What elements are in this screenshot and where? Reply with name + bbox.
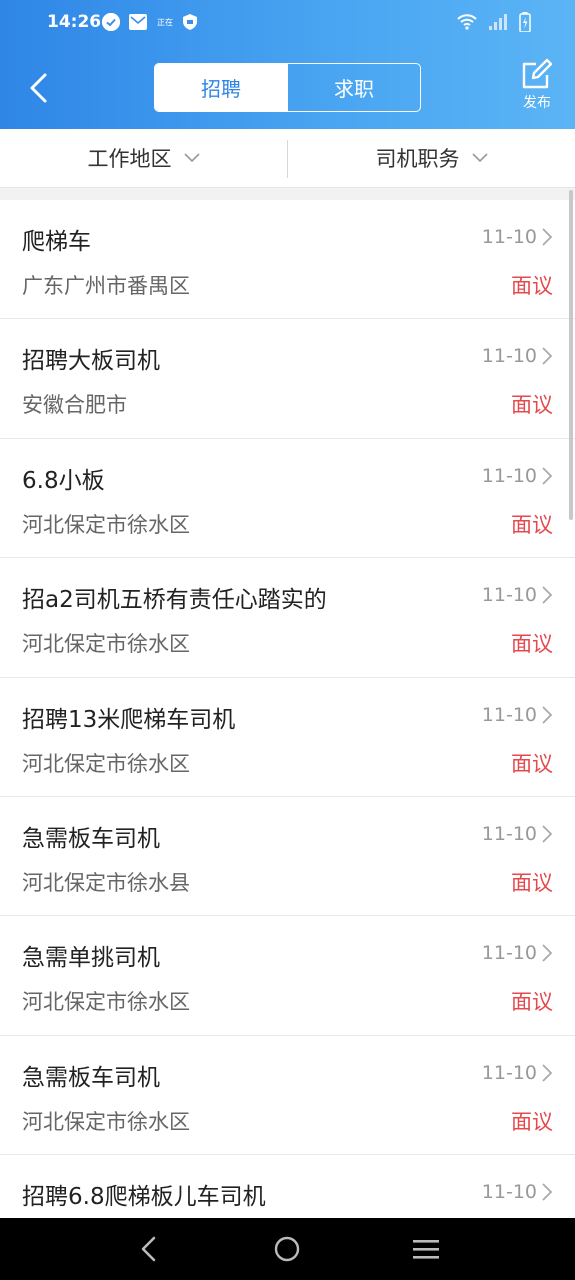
job-title: 急需板车司机 [22, 1064, 160, 1091]
status-bar: 14:26 正在 [0, 0, 575, 46]
job-salary: 面议 [511, 751, 553, 776]
wifi-icon [457, 14, 477, 34]
job-list-item[interactable]: 急需单挑司机 11-10 河北保定市徐水区 面议 [0, 916, 575, 1036]
status-system-icons [457, 12, 531, 36]
job-date: 11-10 [481, 226, 537, 248]
job-location: 河北保定市徐水区 [22, 990, 190, 1015]
nav-menu-icon [412, 1240, 439, 1259]
job-title: 爬梯车 [22, 229, 91, 255]
job-list-item[interactable]: 急需板车司机 11-10 河北保定市徐水区 面议 [0, 1035, 575, 1156]
job-list-item[interactable]: 招聘13米爬梯车司机 11-10 河北保定市徐水区 面议 [0, 677, 575, 797]
job-location: 河北保定市徐水区 [22, 751, 190, 776]
chevron-down-icon [471, 153, 488, 163]
job-title: 招聘13米爬梯车司机 [22, 706, 236, 733]
chevron-right-icon [542, 944, 553, 962]
filter-work-region[interactable]: 工作地区 [0, 129, 287, 187]
job-location: 河北保定市徐水区 [22, 512, 190, 537]
status-notification-icons: 正在 [102, 13, 197, 31]
job-title: 急需板车司机 [22, 825, 160, 852]
shield-notification-icon [183, 14, 197, 30]
job-salary: 面议 [511, 393, 553, 418]
job-location: 安徽合肥市 [22, 393, 127, 418]
nav-home-button[interactable] [257, 1229, 317, 1269]
job-location: 河北保定市徐水县 [22, 870, 190, 895]
job-salary: 面议 [511, 274, 553, 298]
job-date: 11-10 [481, 942, 537, 965]
job-title: 招聘6.8爬梯板儿车司机 [22, 1184, 266, 1211]
job-list[interactable]: 爬梯车 11-10 广东广州市番禺区 面议 招聘大板司机 11-10 安徽合肥市… [0, 200, 575, 1218]
nav-back-button[interactable] [119, 1229, 179, 1269]
mail-notification-icon [129, 14, 147, 30]
app-header: 14:26 正在 招聘 求职 发布 [0, 0, 575, 129]
job-salary: 面议 [511, 870, 553, 895]
job-date: 11-10 [481, 345, 537, 368]
battery-charging-icon [519, 12, 531, 36]
chevron-right-icon [542, 825, 553, 843]
tab-seek-job[interactable]: 求职 [287, 64, 420, 111]
nav-back-icon [141, 1236, 156, 1262]
nav-menu-button[interactable] [396, 1229, 456, 1269]
filter-work-region-label: 工作地区 [87, 147, 172, 171]
chevron-right-icon [542, 586, 553, 604]
job-location: 广东广州市番禺区 [22, 274, 190, 298]
chevron-right-icon [542, 1183, 553, 1201]
job-salary: 面议 [511, 990, 553, 1015]
job-date: 11-10 [481, 464, 537, 487]
job-list-item[interactable]: 招a2司机五桥有责任心踏实的 11-10 河北保定市徐水区 面议 [0, 558, 575, 678]
job-date: 11-10 [481, 703, 537, 726]
job-date: 11-10 [481, 822, 537, 845]
job-salary: 面议 [511, 512, 553, 537]
chevron-down-icon [183, 153, 200, 163]
status-time: 14:26 [47, 12, 102, 32]
chevron-right-icon [542, 467, 553, 485]
job-location: 河北保定市徐水区 [22, 632, 190, 657]
app-notification-icon: 正在 [157, 17, 173, 27]
system-nav-bar [0, 1218, 575, 1280]
job-list-item[interactable]: 6.8小板 11-10 河北保定市徐水区 面议 [0, 438, 575, 559]
list-scrollbar[interactable] [569, 190, 573, 520]
job-list-item[interactable]: 急需板车司机 11-10 河北保定市徐水县 面议 [0, 796, 575, 917]
filter-driver-position[interactable]: 司机职务 [288, 129, 575, 187]
chevron-right-icon [542, 1064, 553, 1082]
chevron-right-icon [542, 228, 553, 246]
filter-bar: 工作地区 司机职务 [0, 129, 575, 188]
signal-icon [489, 14, 507, 34]
tab-recruit[interactable]: 招聘 [155, 64, 287, 111]
job-location: 河北保定市徐水区 [22, 1109, 190, 1134]
check-notification-icon [102, 13, 120, 31]
filter-driver-position-label: 司机职务 [375, 147, 460, 171]
chevron-right-icon [542, 705, 553, 724]
job-title: 急需单挑司机 [22, 945, 160, 972]
job-list-item[interactable]: 招聘6.8爬梯板儿车司机 11-10 [0, 1155, 575, 1218]
nav-home-icon [275, 1236, 300, 1262]
job-title: 招聘大板司机 [22, 348, 160, 375]
job-salary: 面议 [511, 632, 553, 657]
chevron-left-icon [30, 73, 47, 103]
job-date: 11-10 [481, 1181, 537, 1204]
job-date: 11-10 [481, 1061, 537, 1084]
chevron-right-icon [542, 347, 553, 366]
edit-icon [522, 58, 553, 89]
recruit-seek-segmented-control: 招聘 求职 [154, 63, 421, 112]
job-title: 6.8小板 [22, 467, 105, 494]
job-list-item[interactable]: 爬梯车 11-10 广东广州市番禺区 面议 [0, 200, 575, 320]
section-gap [0, 188, 575, 200]
job-title: 招a2司机五桥有责任心踏实的 [22, 587, 327, 614]
job-salary: 面议 [511, 1109, 553, 1134]
job-list-item[interactable]: 招聘大板司机 11-10 安徽合肥市 面议 [0, 319, 575, 439]
publish-button[interactable]: 发布 [519, 58, 555, 112]
back-button[interactable] [24, 70, 58, 106]
publish-label: 发布 [523, 95, 551, 111]
job-date: 11-10 [481, 584, 537, 607]
